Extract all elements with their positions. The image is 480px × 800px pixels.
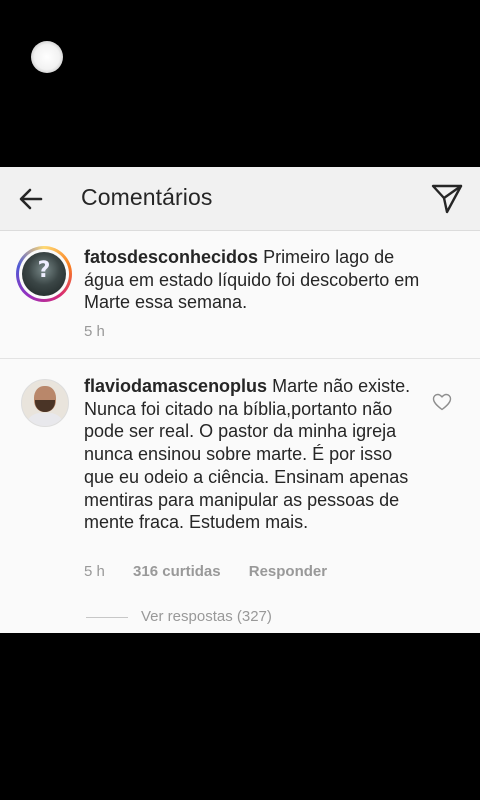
caption-meta: 5 h bbox=[84, 323, 129, 340]
replies-divider-line bbox=[86, 617, 128, 618]
page-title: Comentários bbox=[81, 184, 213, 210]
camera-light bbox=[31, 41, 63, 73]
paper-plane-icon bbox=[431, 184, 463, 214]
comment-body: Marte não existe. Nunca foi citado na bí… bbox=[84, 376, 411, 533]
commenter-avatar[interactable] bbox=[21, 379, 69, 427]
divider bbox=[0, 358, 480, 359]
question-mark-icon: ? bbox=[37, 258, 51, 283]
comment-meta: 5 h 316 curtidas Responder bbox=[84, 563, 351, 580]
send-button[interactable] bbox=[428, 180, 466, 218]
comment-username[interactable]: flaviodamascenoplus bbox=[84, 376, 267, 396]
likes-count[interactable]: 316 curtidas bbox=[133, 563, 221, 580]
reply-button[interactable]: Responder bbox=[249, 563, 327, 580]
caption-text: fatosdesconhecidos Primeiro lago de água… bbox=[84, 246, 424, 314]
caption-avatar[interactable]: ? bbox=[16, 246, 72, 302]
caption-time: 5 h bbox=[84, 323, 105, 340]
like-button[interactable] bbox=[432, 393, 452, 411]
heart-outline-icon bbox=[432, 393, 452, 411]
view-replies-label: Ver respostas (327) bbox=[141, 608, 272, 625]
back-button[interactable] bbox=[14, 181, 50, 217]
comment-text: flaviodamascenoplus Marte não existe. Nu… bbox=[84, 375, 424, 534]
caption-username[interactable]: fatosdesconhecidos bbox=[84, 247, 258, 267]
comments-header: Comentários bbox=[0, 167, 480, 231]
comment-time: 5 h bbox=[84, 563, 105, 580]
